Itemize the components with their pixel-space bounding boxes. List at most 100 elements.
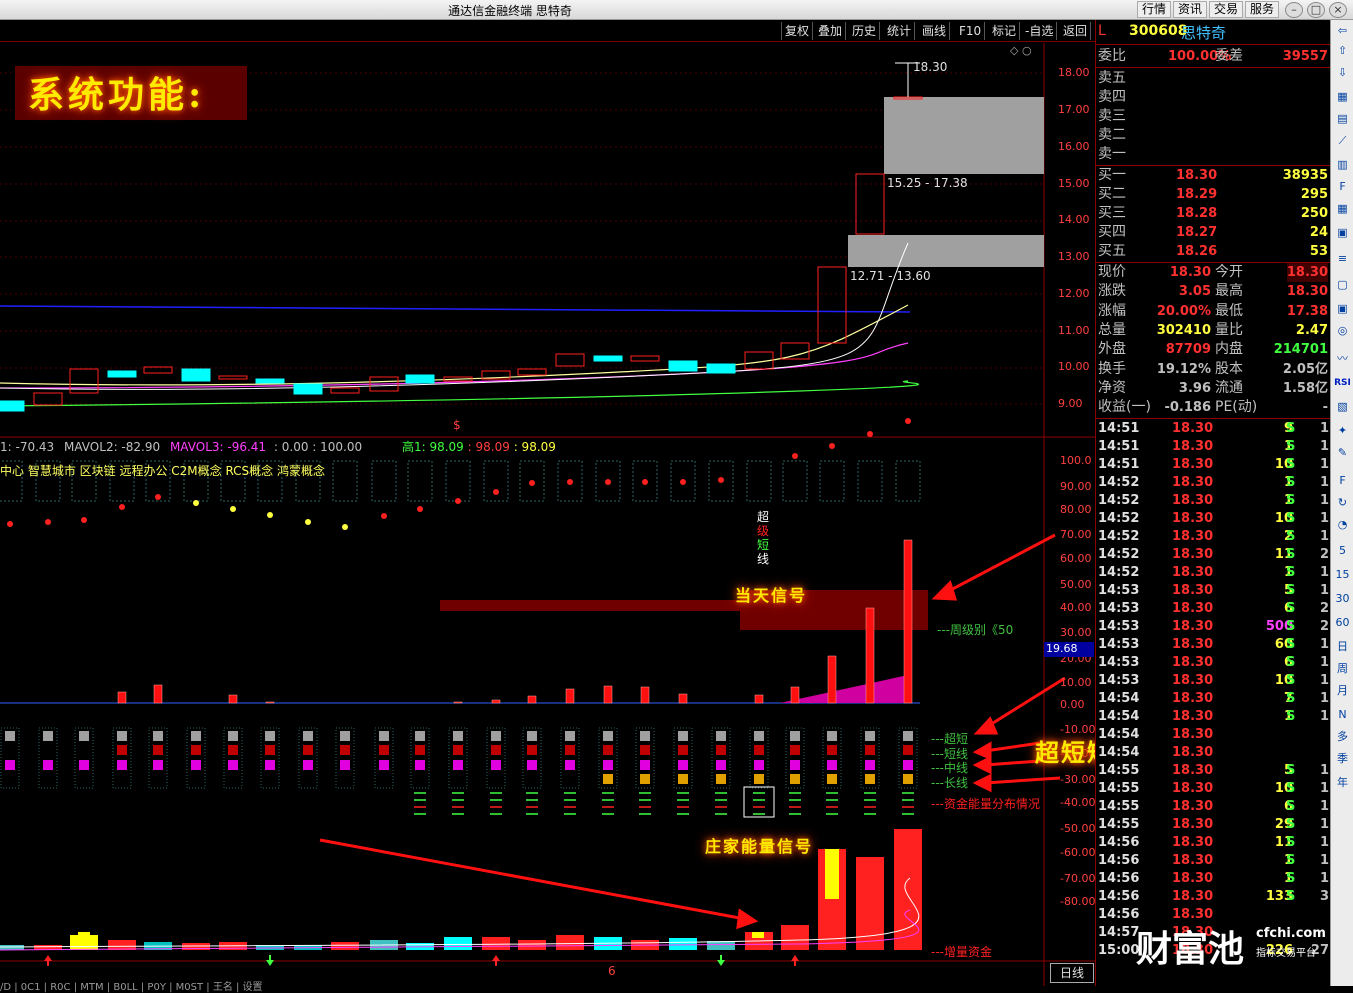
signal-dot xyxy=(455,498,461,504)
condition-chaoduan xyxy=(790,731,800,741)
sidebar-week[interactable]: 周 xyxy=(1333,660,1352,678)
period-rixian-button[interactable]: 日线 xyxy=(1050,963,1094,983)
f10-button[interactable]: F10 xyxy=(956,22,986,40)
zixuan-button[interactable]: -自选 xyxy=(1022,22,1058,40)
condition-duanxian xyxy=(379,745,389,755)
condition-chaoduan xyxy=(903,731,913,741)
refresh-icon[interactable]: ↻ xyxy=(1333,494,1352,512)
tab-zixun[interactable]: 资讯 xyxy=(1173,1,1208,18)
pencil-icon[interactable]: ✎ xyxy=(1333,444,1352,462)
signal-dot xyxy=(230,506,236,512)
diejia-button[interactable]: 叠加 xyxy=(815,22,847,40)
sell-level-row[interactable]: 卖三 xyxy=(1098,107,1330,126)
buy-level-row[interactable]: 买四 18.27 24 xyxy=(1098,223,1330,242)
candle-icon[interactable]: ▥ xyxy=(1333,156,1352,174)
resistance-zone-upper xyxy=(884,97,1044,174)
indicator-bar xyxy=(603,685,613,704)
fuquan-button[interactable]: 复权 xyxy=(781,22,814,40)
condition-zhongxian xyxy=(565,760,575,770)
buy-level-row[interactable]: 买二 18.29 295 xyxy=(1098,185,1330,204)
condition-chaoduan xyxy=(527,731,537,741)
sidebar-season[interactable]: 季 xyxy=(1333,750,1352,768)
cycle-icon[interactable]: ◔ xyxy=(1333,516,1352,534)
tick-row: 14:55 18.30 6 S 1 xyxy=(1098,799,1329,814)
line-icon[interactable]: ⟋ xyxy=(1333,132,1352,150)
sidebar-30min[interactable]: 30 xyxy=(1333,590,1352,608)
condition-chaoduan xyxy=(754,731,764,741)
day-marker: 6 xyxy=(608,964,616,978)
huaxian-button[interactable]: 画线 xyxy=(919,22,951,40)
chart-icon[interactable]: ▤ xyxy=(1333,110,1352,128)
sidebar-rsi[interactable]: RSI xyxy=(1333,374,1352,392)
condition-chaoduan xyxy=(5,731,15,741)
tongji-button[interactable]: 统计 xyxy=(884,22,916,40)
selected-cell xyxy=(743,786,775,818)
buy-level-row[interactable]: 买一 18.30 38935 xyxy=(1098,166,1330,185)
doc-icon[interactable]: ▣ xyxy=(1333,224,1352,242)
tick-row: 14:52 18.30 1 S 1 xyxy=(1098,565,1329,580)
signal-dot xyxy=(493,489,499,495)
tab-fuwu[interactable]: 服务 xyxy=(1245,1,1280,18)
tab-hangqing[interactable]: 行情 xyxy=(1137,1,1172,18)
grid-icon[interactable]: ▦ xyxy=(1333,88,1352,106)
lishi-button[interactable]: 历史 xyxy=(849,22,881,40)
sidebar-60min[interactable]: 60 xyxy=(1333,614,1352,632)
up-arrow-icon xyxy=(492,955,500,966)
condition-zhongxian xyxy=(43,760,53,770)
minimize-icon[interactable]: – xyxy=(1285,2,1303,18)
changxian-label: ---长线 xyxy=(931,776,968,790)
list-icon[interactable]: ≡ xyxy=(1333,250,1352,268)
condition-duanxian xyxy=(228,745,238,755)
condition-duanxian xyxy=(117,745,127,755)
sell-level-row[interactable]: 卖四 xyxy=(1098,88,1330,107)
signal-dot xyxy=(642,479,648,485)
signal-dot xyxy=(829,443,835,449)
settings-icon[interactable]: ✦ xyxy=(1333,422,1352,440)
arrow-down-icon[interactable]: ⇩ xyxy=(1333,64,1352,82)
sidebar-n[interactable]: N xyxy=(1333,706,1352,724)
gao3-value: : 98.09 xyxy=(513,440,556,454)
sidebar-5min[interactable]: 5 xyxy=(1333,542,1352,560)
arrow-left-icon[interactable]: ⇦ xyxy=(1333,22,1352,40)
sidebar-month[interactable]: 月 xyxy=(1333,682,1352,700)
f-icon[interactable]: F xyxy=(1333,178,1352,196)
sidebar-day[interactable]: 日 xyxy=(1333,638,1352,656)
condition-duanxian xyxy=(340,745,350,755)
weibi-row: 委比 100.00% 委差 39557 xyxy=(1098,48,1328,64)
sell-level-row[interactable]: 卖一 xyxy=(1098,145,1330,164)
today-signal-annotation: 当天信号 xyxy=(735,586,808,605)
sidebar-15min[interactable]: 15 xyxy=(1333,566,1352,584)
window-title: 通达信金融终端 思特奇 xyxy=(448,4,572,18)
condition-zhongxian xyxy=(379,760,389,770)
buy-level-row[interactable]: 买五 18.26 53 xyxy=(1098,242,1330,261)
box-icon[interactable]: ▣ xyxy=(1333,300,1352,318)
fanhui-button[interactable]: 返回 xyxy=(1060,22,1092,40)
tab-jiaoyi[interactable]: 交易 xyxy=(1209,1,1244,18)
buy-level-row[interactable]: 买三 18.28 250 xyxy=(1098,204,1330,223)
mavol2-value: MAVOL2: -82.90 xyxy=(64,440,161,454)
energy-yellow xyxy=(825,849,839,899)
tools-icon[interactable]: ▧ xyxy=(1333,398,1352,416)
close-icon[interactable]: × xyxy=(1329,2,1347,18)
table-icon[interactable]: ▦ xyxy=(1333,200,1352,218)
condition-changxian xyxy=(827,774,837,784)
condition-changxian xyxy=(790,774,800,784)
chart-corner-icons[interactable]: ◇ ○ xyxy=(1010,44,1032,57)
energy-bar xyxy=(669,938,697,950)
circle-icon[interactable]: ◎ xyxy=(1333,322,1352,340)
fiz-icon[interactable]: ▢ xyxy=(1333,276,1352,294)
sell-level-row[interactable]: 卖二 xyxy=(1098,126,1330,145)
wave-icon[interactable]: 〰 xyxy=(1333,350,1352,368)
condition-chaoduan xyxy=(603,731,613,741)
indicator-bar xyxy=(527,695,537,704)
energy-yellow xyxy=(752,932,764,938)
sidebar-year[interactable]: 年 xyxy=(1333,774,1352,792)
sell-level-row[interactable]: 卖五 xyxy=(1098,69,1330,88)
maximize-icon[interactable]: □ xyxy=(1307,2,1325,18)
biaoji-button[interactable]: 标记 xyxy=(989,22,1021,40)
condition-zhongxian xyxy=(265,760,275,770)
arrow-up-icon[interactable]: ⇧ xyxy=(1333,42,1352,60)
f5-icon[interactable]: F xyxy=(1333,472,1352,490)
candle xyxy=(255,378,285,384)
sidebar-multi[interactable]: 多 xyxy=(1333,728,1352,746)
